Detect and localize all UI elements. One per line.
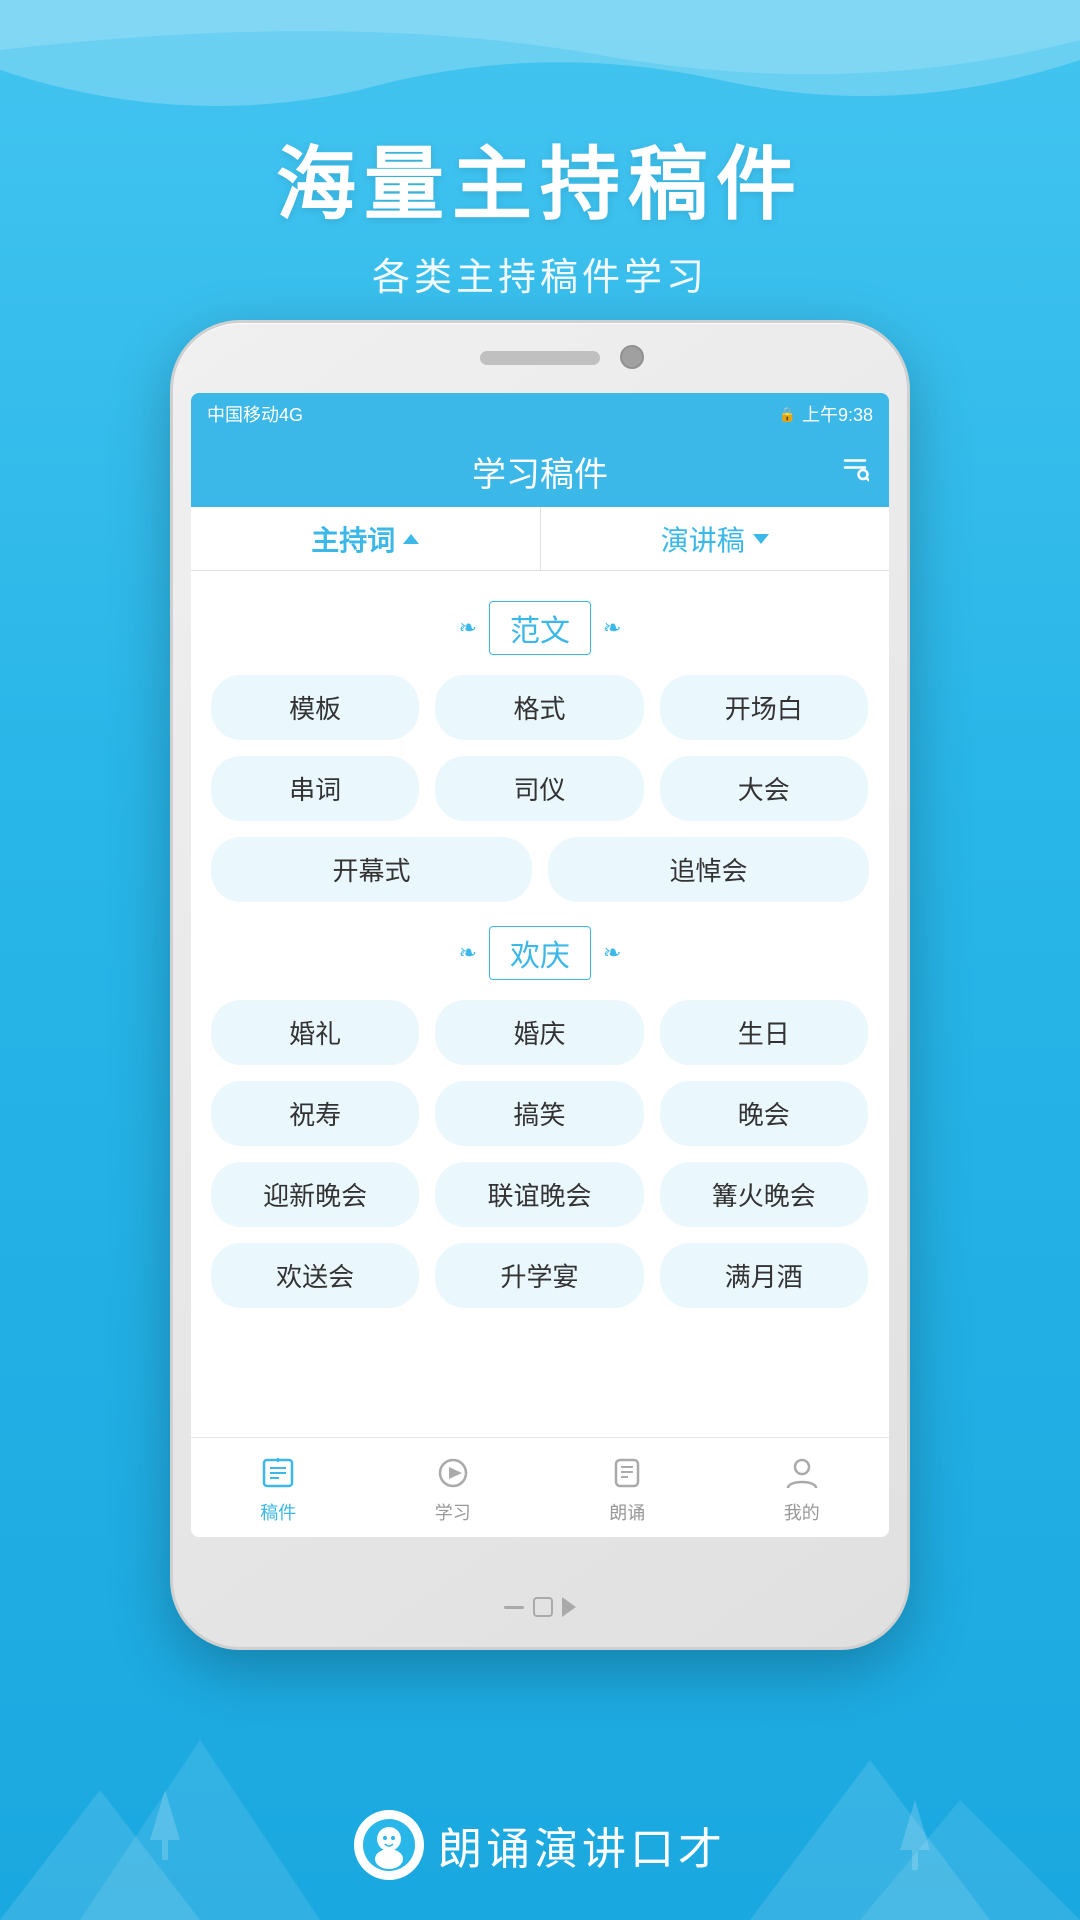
- content-scroll[interactable]: ❧ 范文 ❧ 模板 格式 开场白 串词 司仪 大会 开幕式 追悼会 ❧: [191, 571, 889, 1437]
- tab-yanjiang[interactable]: 演讲稿: [541, 507, 890, 570]
- tab-down-arrow: [753, 534, 769, 544]
- tag-zhushou[interactable]: 祝寿: [211, 1081, 419, 1146]
- nav-xuexi[interactable]: 学习: [366, 1451, 541, 1525]
- tag-siyi[interactable]: 司仪: [435, 756, 643, 821]
- brand-text: 朗诵演讲口才: [438, 1813, 726, 1877]
- nav-gaojian[interactable]: 稿件: [191, 1451, 366, 1525]
- recite-icon: [605, 1451, 649, 1495]
- tag-muban[interactable]: 模板: [211, 675, 419, 740]
- tab-yanjiang-label: 演讲稿: [661, 519, 745, 559]
- phone-outer: 中国移动4G 🔒 上午9:38 学习稿件: [170, 320, 910, 1650]
- phone-mockup: 中国移动4G 🔒 上午9:38 学习稿件: [170, 320, 910, 1650]
- tag-kaichang[interactable]: 开场白: [660, 675, 868, 740]
- tag-manyue[interactable]: 满月酒: [660, 1243, 868, 1308]
- book-icon: [256, 1451, 300, 1495]
- tag-gaoxiao[interactable]: 搞笑: [435, 1081, 643, 1146]
- main-title: 海量主持稿件: [0, 120, 1080, 236]
- nav-xuexi-label: 学习: [435, 1499, 471, 1525]
- tag-geshi[interactable]: 格式: [435, 675, 643, 740]
- tag-yingxin[interactable]: 迎新晚会: [211, 1162, 419, 1227]
- nav-langsong-label: 朗诵: [609, 1499, 645, 1525]
- phone-screen: 中国移动4G 🔒 上午9:38 学习稿件: [191, 393, 889, 1537]
- deco-left-1: ❧: [459, 615, 477, 641]
- app-bar: 学习稿件: [191, 435, 889, 507]
- section-fanwen-header: ❧ 范文 ❧: [211, 601, 869, 655]
- wave-top: [0, 0, 1080, 130]
- app-bar-title: 学习稿件: [472, 447, 608, 496]
- back-btn: [562, 1597, 576, 1617]
- tag-huansong[interactable]: 欢送会: [211, 1243, 419, 1308]
- nav-gaojian-label: 稿件: [260, 1499, 296, 1525]
- carrier: 中国移动4G: [207, 401, 303, 427]
- tag-wanhui[interactable]: 晚会: [660, 1081, 868, 1146]
- brand-logo-icon: [361, 1817, 417, 1873]
- tag-hunqing[interactable]: 婚庆: [435, 1000, 643, 1065]
- section-fanwen-title: 范文: [489, 601, 591, 655]
- search-menu-icon[interactable]: [841, 454, 869, 489]
- time: 🔒 上午9:38: [779, 401, 873, 427]
- deco-right-1: ❧: [603, 615, 621, 641]
- tab-zhuchici[interactable]: 主持词: [191, 507, 541, 570]
- section-huanqing-title: 欢庆: [489, 926, 591, 980]
- bottom-branding: 朗诵演讲口才: [0, 1810, 1080, 1880]
- section-huanqing-header: ❧ 欢庆 ❧: [211, 926, 869, 980]
- tag-shengri[interactable]: 生日: [660, 1000, 868, 1065]
- tag-lianyi[interactable]: 联谊晚会: [435, 1162, 643, 1227]
- bottom-nav: 稿件 学习: [191, 1437, 889, 1537]
- brand-logo: [354, 1810, 424, 1880]
- fanwen-tags: 模板 格式 开场白 串词 司仪 大会 开幕式 追悼会: [211, 675, 869, 902]
- tag-dahui[interactable]: 大会: [660, 756, 868, 821]
- tag-juhuo[interactable]: 篝火晚会: [660, 1162, 868, 1227]
- tag-chuanci[interactable]: 串词: [211, 756, 419, 821]
- header-area: 海量主持稿件 各类主持稿件学习: [0, 120, 1080, 301]
- tag-kaimu[interactable]: 开幕式: [211, 837, 532, 902]
- tag-shengxue[interactable]: 升学宴: [435, 1243, 643, 1308]
- user-icon: [780, 1451, 824, 1495]
- home-btn: [533, 1597, 553, 1617]
- deco-right-2: ❧: [603, 940, 621, 966]
- deco-left-2: ❧: [459, 940, 477, 966]
- menu-btn: [504, 1606, 524, 1609]
- status-bar: 中国移动4G 🔒 上午9:38: [191, 393, 889, 435]
- tabs-row: 主持词 演讲稿: [191, 507, 889, 571]
- learn-icon: [431, 1451, 475, 1495]
- tab-zhuchici-label: 主持词: [311, 519, 395, 559]
- tag-hunli[interactable]: 婚礼: [211, 1000, 419, 1065]
- phone-camera: [620, 345, 644, 369]
- huanqing-tags: 婚礼 婚庆 生日 祝寿 搞笑 晚会 迎新晚会 联谊晚会 篝火晚会 欢送会 升学宴…: [211, 1000, 869, 1308]
- nav-langsong[interactable]: 朗诵: [540, 1451, 715, 1525]
- phone-home-buttons: [500, 1592, 580, 1622]
- phone-speaker: [480, 351, 600, 365]
- tag-zhuidao[interactable]: 追悼会: [548, 837, 869, 902]
- tab-up-arrow: [403, 534, 419, 544]
- sub-title: 各类主持稿件学习: [0, 246, 1080, 301]
- nav-wode-label: 我的: [784, 1499, 820, 1525]
- nav-wode[interactable]: 我的: [715, 1451, 890, 1525]
